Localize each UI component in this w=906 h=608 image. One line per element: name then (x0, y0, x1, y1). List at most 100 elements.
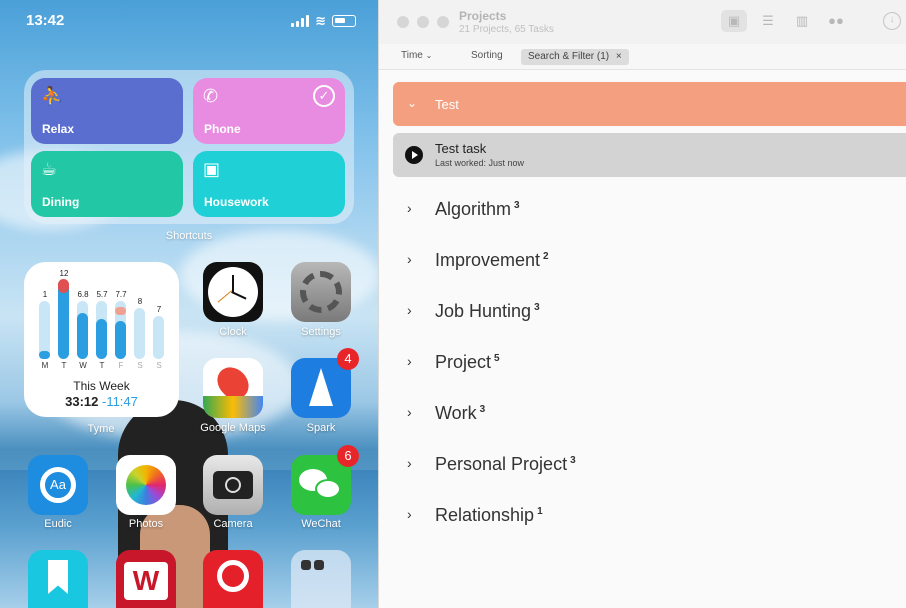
shortcuts-widget: ⛹ Relax ✆ ✓ Phone ☕ Dining ▣ Housework (24, 70, 354, 224)
project-name: Algorithm (435, 199, 512, 219)
chevron-right-icon[interactable]: › (407, 251, 412, 267)
project-task-count: 2 (543, 251, 549, 262)
chevron-right-icon[interactable]: › (407, 353, 412, 369)
app-label: Camera (213, 518, 253, 530)
power-download-icon[interactable]: ↓ (883, 12, 901, 30)
project-group-header[interactable]: ⌄ Test (393, 82, 906, 126)
time-dropdown-label: Time (401, 50, 423, 61)
project-row[interactable]: › Personal Project 3 (407, 452, 887, 480)
projects-briefcase-icon[interactable]: ▣ (721, 10, 747, 32)
chevron-right-icon[interactable]: › (407, 302, 412, 318)
task-row[interactable]: Test task Last worked: Just now (393, 133, 906, 177)
app-folder-icon[interactable] (291, 550, 351, 608)
chevron-right-icon[interactable]: › (407, 404, 412, 420)
tyme-day: M (41, 361, 49, 370)
shortcut-relax[interactable]: ⛹ Relax (31, 78, 183, 144)
chevron-down-icon: ⌄ (425, 51, 433, 60)
w-letter-icon: W (124, 562, 168, 600)
project-row[interactable]: › Project 5 (407, 350, 887, 378)
bookmark-icon (48, 560, 68, 594)
clock-face (208, 267, 258, 317)
wifi-icon: ≋ (315, 13, 326, 28)
netease-music-app-icon[interactable] (203, 550, 263, 608)
project-row[interactable]: › Relationship 1 (407, 503, 887, 531)
app-label: Clock (219, 326, 247, 338)
play-icon[interactable] (405, 146, 423, 164)
app-label: Eudic (44, 518, 72, 530)
tyme-bar (39, 301, 50, 359)
figure-icon: ⛹ (41, 86, 64, 106)
filter-chip-label: Search & Filter (1) (528, 51, 610, 62)
project-row[interactable]: › Job Hunting 3 (407, 299, 887, 327)
phone-icon: ✆ (203, 86, 219, 106)
sorting-button[interactable]: Sorting (471, 50, 503, 61)
camera-icon (213, 471, 253, 499)
chevron-right-icon[interactable]: › (407, 200, 412, 216)
team-people-icon[interactable]: ●● (823, 10, 849, 32)
tyme-bar (96, 301, 107, 359)
tyme-bar (58, 279, 69, 359)
app-label: WeChat (301, 518, 341, 530)
tyme-day: T (61, 361, 67, 370)
camera-app-icon[interactable] (203, 455, 263, 515)
chevron-down-icon[interactable]: ⌄ (407, 96, 417, 110)
project-row[interactable]: › Work 3 (407, 401, 887, 429)
status-time: 13:42 (26, 12, 65, 29)
task-name: Test task (435, 141, 487, 156)
minimize-window-button[interactable] (417, 16, 429, 28)
project-task-count: 3 (534, 302, 540, 313)
washer-icon: ▣ (203, 159, 221, 179)
project-name: Improvement (435, 250, 541, 270)
tyme-mac-window: Projects 21 Projects, 65 Tasks ▣ ☰ ▥ ●● … (378, 0, 906, 608)
tyme-value: 7 (156, 305, 162, 314)
app-label: Settings (301, 326, 341, 338)
filter-toolbar: Time ⌄ Sorting Search & Filter (1) × (379, 44, 906, 70)
app-label: Google Maps (200, 422, 266, 434)
chevron-right-icon[interactable]: › (407, 455, 412, 471)
task-last-worked: Last worked: Just now (435, 158, 525, 168)
tyme-total-value: 33:12 (65, 394, 99, 409)
project-name: Work (435, 403, 477, 423)
tyme-day: S (137, 361, 143, 370)
paper-plane-icon (309, 368, 333, 406)
shortcut-housework[interactable]: ▣ Housework (193, 151, 345, 217)
tyme-value: 7.7 (115, 290, 127, 299)
eudic-app-icon[interactable]: Aa (28, 455, 88, 515)
tyme-bar (153, 316, 164, 359)
zoom-window-button[interactable] (437, 16, 449, 28)
project-row[interactable]: › Improvement 2 (407, 248, 887, 276)
google-maps-app-icon[interactable] (203, 358, 263, 418)
tyme-bar (77, 301, 88, 359)
tyme-widget[interactable]: 1 12 6.8 5.7 7.7 8 7 M T W T F S S This … (24, 262, 179, 417)
tyme-day: S (156, 361, 162, 370)
bookmark-app-icon[interactable] (28, 550, 88, 608)
view-switcher: ▣ ☰ ▥ ●● (721, 10, 849, 32)
project-name: Personal Project (435, 454, 568, 474)
tyme-day: W (79, 361, 87, 370)
tyme-value: 1 (42, 290, 48, 299)
tyme-delta: -11:47 (101, 394, 138, 409)
search-filter-chip[interactable]: Search & Filter (1) × (521, 49, 629, 65)
chevron-right-icon[interactable]: › (407, 506, 412, 522)
w-app-icon[interactable]: W (116, 550, 176, 608)
project-task-count: 1 (537, 506, 543, 517)
project-task-count: 5 (494, 353, 500, 364)
time-dropdown[interactable]: Time ⌄ (401, 50, 432, 61)
close-window-button[interactable] (397, 16, 409, 28)
shortcut-label: Relax (42, 122, 75, 136)
window-subtitle: 21 Projects, 65 Tasks (459, 24, 554, 35)
project-row[interactable]: › Algorithm 3 (407, 197, 887, 225)
notification-badge: 4 (337, 348, 359, 370)
statistics-chart-icon[interactable]: ▥ (789, 10, 815, 32)
settings-app-icon[interactable] (291, 262, 351, 322)
photos-app-icon[interactable] (116, 455, 176, 515)
clock-app-icon[interactable] (203, 262, 263, 322)
tyme-bar (115, 301, 126, 359)
photos-flower-icon (126, 465, 166, 505)
shortcut-phone[interactable]: ✆ ✓ Phone (193, 78, 345, 144)
close-icon[interactable]: × (616, 51, 622, 62)
shortcut-dining[interactable]: ☕ Dining (31, 151, 183, 217)
project-task-count: 3 (570, 455, 576, 466)
timeline-list-icon[interactable]: ☰ (755, 10, 781, 32)
project-task-count: 3 (514, 200, 520, 211)
